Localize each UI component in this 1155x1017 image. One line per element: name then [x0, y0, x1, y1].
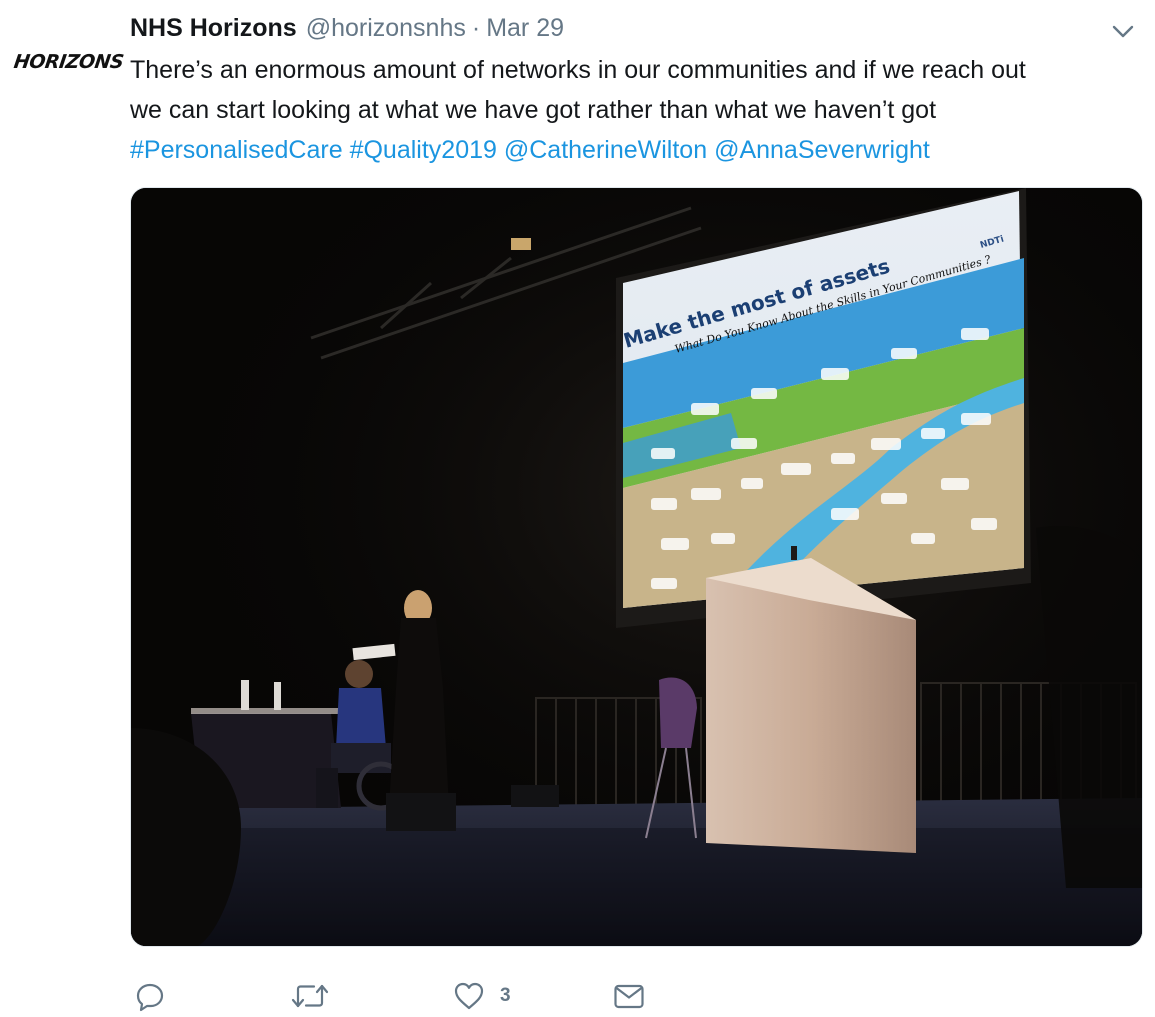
floor-monitor	[511, 785, 559, 807]
hashtag-link[interactable]: #Quality2019	[350, 136, 497, 164]
user-handle[interactable]: @horizonsnhs	[306, 14, 466, 43]
reply-icon	[136, 983, 164, 1012]
avatar-logo: HORIZONS	[12, 51, 125, 73]
retweet-button[interactable]	[290, 972, 330, 1017]
like-button[interactable]: 3	[452, 972, 511, 1017]
mention-link[interactable]: @CatherineWilton	[504, 136, 707, 164]
tweet-text-line: we can start looking at what we have got…	[130, 96, 937, 124]
like-count: 3	[500, 985, 511, 1006]
more-options-button[interactable]	[1109, 18, 1137, 46]
avatar[interactable]: HORIZONS	[12, 44, 124, 80]
heart-icon	[454, 982, 484, 1010]
tweet: HORIZONS NHS Horizons @horizonsnhs · Mar…	[0, 0, 1155, 1017]
mail-icon	[614, 984, 644, 1009]
mention-link[interactable]: @AnnaSeverwright	[714, 136, 930, 164]
separator-dot: ·	[471, 13, 481, 42]
hashtag-link[interactable]: #PersonalisedCare	[130, 136, 343, 164]
tweet-photo[interactable]: Make the most of assets What Do You Know…	[130, 187, 1143, 947]
floor-monitor	[386, 793, 456, 831]
tweet-text-line: There’s an enormous amount of networks i…	[130, 56, 1026, 84]
tweet-tags-line: #PersonalisedCare #Quality2019 @Catherin…	[130, 130, 1140, 170]
tweet-header: NHS Horizons @horizonsnhs · Mar 29	[130, 10, 564, 46]
chevron-down-icon	[1112, 25, 1134, 38]
reply-button[interactable]	[134, 972, 166, 1017]
display-name[interactable]: NHS Horizons	[130, 14, 297, 43]
tweet-date[interactable]: Mar 29	[486, 14, 564, 43]
tweet-actions: 3	[130, 972, 730, 1017]
retweet-icon	[291, 984, 329, 1008]
tweet-text: There’s an enormous amount of networks i…	[130, 50, 1140, 170]
stage-photo: Make the most of assets What Do You Know…	[131, 188, 1142, 946]
stage-light	[511, 238, 531, 250]
direct-message-button[interactable]	[612, 972, 646, 1017]
